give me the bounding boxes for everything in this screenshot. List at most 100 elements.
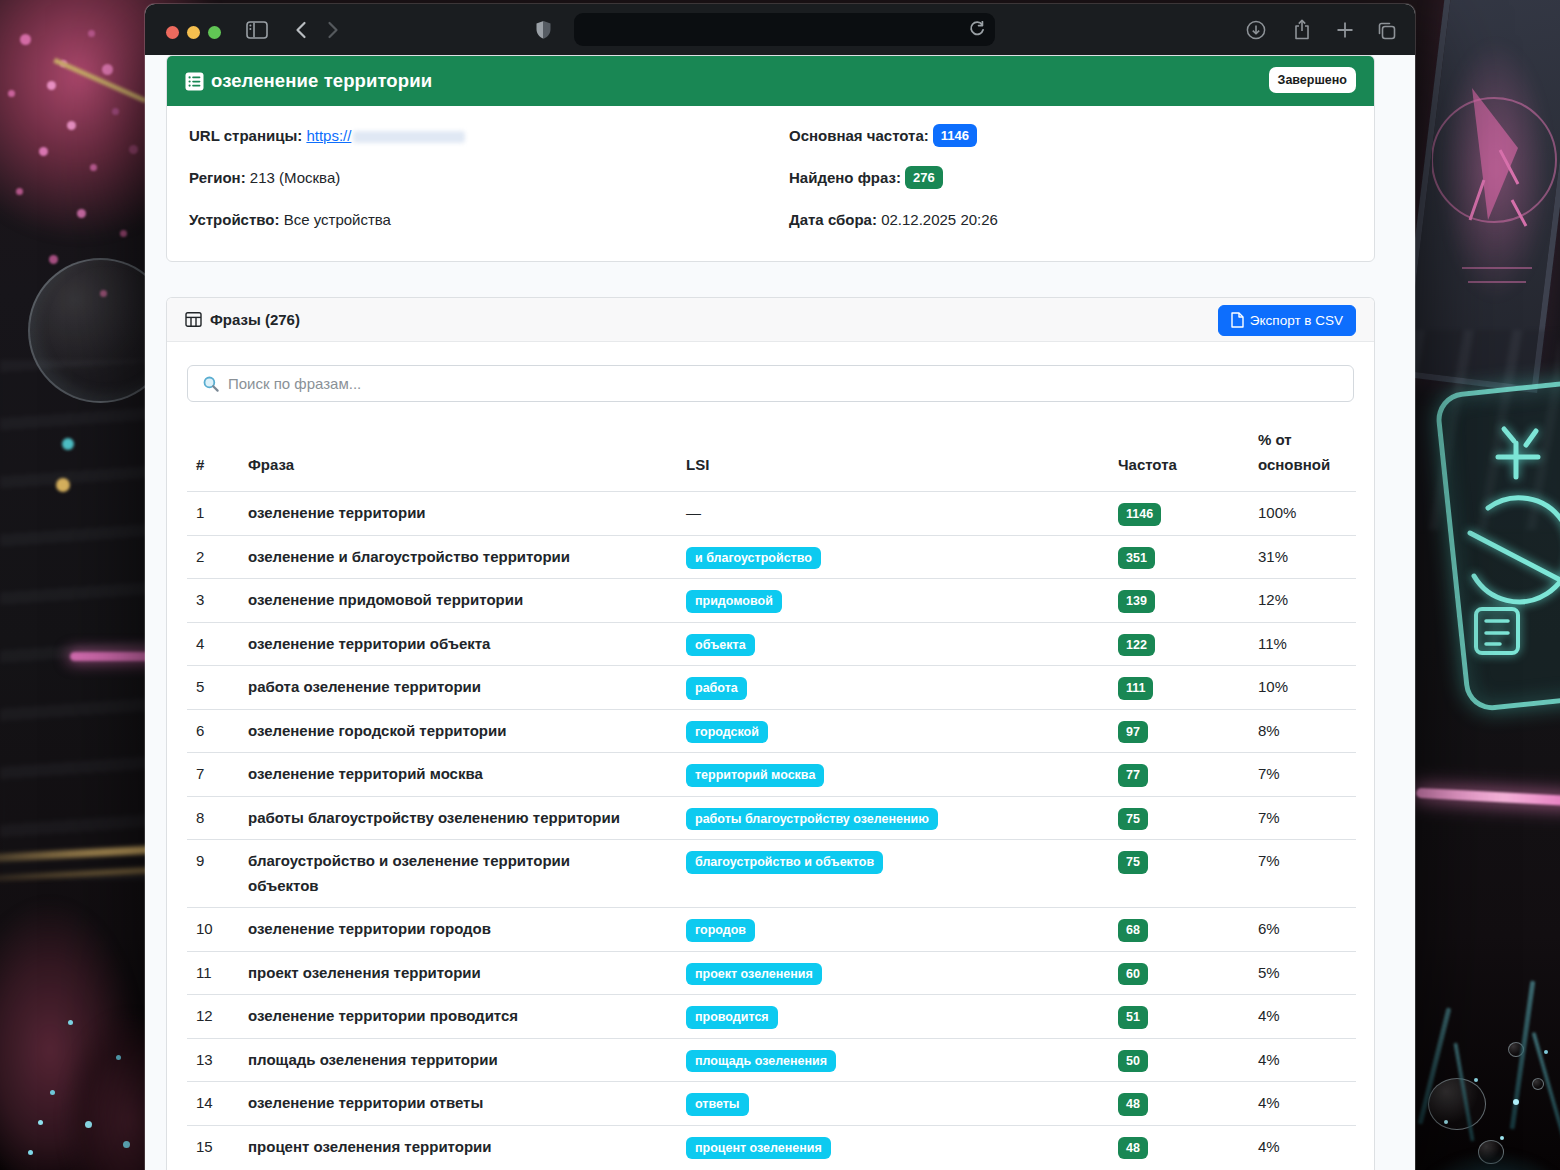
table-row: 6 озеленение городской территории городс… bbox=[187, 709, 1356, 753]
lsi-cell: проект озеленения bbox=[677, 951, 1109, 995]
row-number: 11 bbox=[187, 951, 239, 995]
reload-icon[interactable] bbox=[968, 21, 985, 38]
table-icon bbox=[185, 311, 202, 328]
frequency-cell: 122 bbox=[1109, 622, 1249, 666]
table-row: 2 озеленение и благоустройство территори… bbox=[187, 535, 1356, 579]
row-number: 8 bbox=[187, 796, 239, 840]
browser-titlebar bbox=[145, 4, 1415, 55]
lsi-badge: работа bbox=[686, 677, 747, 700]
phrase-cell: озеленение и благоустройство территории bbox=[239, 535, 677, 579]
phrases-table: # Фраза LSI Частота % от основной 1 озел… bbox=[187, 402, 1356, 1168]
teal-dot bbox=[62, 438, 74, 450]
frequency-cell: 60 bbox=[1109, 951, 1249, 995]
lsi-badge: объекта bbox=[686, 634, 755, 657]
row-number: 9 bbox=[187, 840, 239, 908]
coral-bottom-right bbox=[1408, 1150, 1560, 1170]
cyan-sparkles bbox=[1444, 1120, 1448, 1124]
search-icon bbox=[202, 375, 220, 393]
bubble bbox=[1428, 1078, 1486, 1130]
frequency-badge: 60 bbox=[1118, 963, 1148, 986]
frequency-cell: 48 bbox=[1109, 1082, 1249, 1126]
percent-cell: 11% bbox=[1249, 622, 1356, 666]
lsi-cell: проводится bbox=[677, 995, 1109, 1039]
lsi-cell: благоустройство и объектов bbox=[677, 840, 1109, 908]
file-icon bbox=[1231, 312, 1244, 328]
amber-dot bbox=[56, 478, 70, 492]
row-number: 13 bbox=[187, 1038, 239, 1082]
phrase-cell: благоустройство и озеленение территории … bbox=[239, 840, 677, 908]
minimize-button[interactable] bbox=[187, 26, 200, 39]
pink-sign-art bbox=[1432, 30, 1560, 330]
table-row: 7 озеленение территорий москва территори… bbox=[187, 753, 1356, 797]
coral-branch bbox=[1532, 1032, 1560, 1148]
pink-neon-beam-right bbox=[1416, 788, 1560, 806]
frequency-badge: 1146 bbox=[933, 124, 977, 147]
table-row: 8 работы благоустройству озеленению терр… bbox=[187, 796, 1356, 840]
lsi-cell: работа bbox=[677, 666, 1109, 710]
percent-cell: 100% bbox=[1249, 492, 1356, 536]
phrase-cell: работа озеленение территории bbox=[239, 666, 677, 710]
frequency-badge: 351 bbox=[1118, 547, 1155, 570]
frequency-badge: 75 bbox=[1118, 851, 1148, 874]
frequency-badge: 51 bbox=[1118, 1006, 1148, 1029]
export-csv-button[interactable]: Экспорт в CSV bbox=[1218, 305, 1356, 336]
row-number: 5 bbox=[187, 666, 239, 710]
lsi-badge: площадь озеленения bbox=[686, 1050, 836, 1073]
table-row: 4 озеленение территории объекта объекта … bbox=[187, 622, 1356, 666]
row-number: 3 bbox=[187, 579, 239, 623]
phrase-cell: процент озеленения территории bbox=[239, 1125, 677, 1168]
frequency-cell: 51 bbox=[1109, 995, 1249, 1039]
phrase-cell: озеленение территории ответы bbox=[239, 1082, 677, 1126]
lsi-badge: городской bbox=[686, 721, 768, 744]
lsi-badge: работы благоустройству озеленению bbox=[686, 808, 938, 831]
privacy-shield-icon[interactable] bbox=[533, 4, 553, 55]
phrase-cell: озеленение придомовой территории bbox=[239, 579, 677, 623]
lsi-badge: проводится bbox=[686, 1006, 778, 1029]
back-button[interactable] bbox=[294, 4, 308, 55]
frequency-cell: 50 bbox=[1109, 1038, 1249, 1082]
lsi-cell: объекта bbox=[677, 622, 1109, 666]
address-bar[interactable] bbox=[574, 13, 995, 46]
phrase-cell: площадь озеленения территории bbox=[239, 1038, 677, 1082]
row-number: 2 bbox=[187, 535, 239, 579]
info-device: Устройство: Все устройства bbox=[189, 207, 789, 233]
cyan-bokeh-cluster bbox=[28, 1150, 33, 1155]
card-list-icon bbox=[185, 72, 204, 91]
lsi-cell: площадь озеленения bbox=[677, 1038, 1109, 1082]
table-row: 10 озеленение территории городов городов… bbox=[187, 908, 1356, 952]
col-freq: Частота bbox=[1109, 402, 1249, 492]
table-row: 9 благоустройство и озеленение территори… bbox=[187, 840, 1356, 908]
url-link[interactable]: https:// bbox=[306, 127, 351, 144]
phrase-cell: проект озеленения территории bbox=[239, 951, 677, 995]
lsi-cell: — bbox=[677, 492, 1109, 536]
frequency-badge: 1146 bbox=[1118, 503, 1161, 526]
close-button[interactable] bbox=[166, 26, 179, 39]
info-frequency: Основная частота:1146 bbox=[789, 123, 1352, 149]
info-date: Дата сбора: 02.12.2025 20:26 bbox=[789, 207, 1352, 233]
table-row: 1 озеленение территории — 1146 100% bbox=[187, 492, 1356, 536]
tab-overview-icon[interactable] bbox=[1375, 4, 1397, 55]
fullscreen-button[interactable] bbox=[208, 26, 221, 39]
phrase-cell: озеленение территории объекта bbox=[239, 622, 677, 666]
lsi-badge: благоустройство и объектов bbox=[686, 851, 883, 874]
table-row: 5 работа озеленение территории работа 11… bbox=[187, 666, 1356, 710]
downloads-icon[interactable] bbox=[1246, 4, 1266, 55]
lsi-badge: ответы bbox=[686, 1093, 749, 1116]
percent-cell: 7% bbox=[1249, 753, 1356, 797]
redacted-url bbox=[353, 131, 465, 143]
percent-cell: 7% bbox=[1249, 796, 1356, 840]
share-icon[interactable] bbox=[1292, 4, 1312, 55]
phrase-cell: озеленение территорий москва bbox=[239, 753, 677, 797]
new-tab-icon[interactable] bbox=[1335, 4, 1355, 55]
page-title: озеленение территории bbox=[211, 70, 432, 92]
phrases-header: Фразы (276) Экспорт в CSV bbox=[167, 298, 1374, 342]
frequency-badge: 97 bbox=[1118, 721, 1148, 744]
frequency-badge: 111 bbox=[1118, 677, 1153, 700]
lsi-badge: городов bbox=[686, 919, 755, 942]
forward-button[interactable] bbox=[326, 4, 340, 55]
sidebar-icon[interactable] bbox=[246, 4, 268, 55]
search-input[interactable] bbox=[228, 366, 1345, 401]
row-number: 10 bbox=[187, 908, 239, 952]
col-num: # bbox=[187, 402, 239, 492]
phrases-card: Фразы (276) Экспорт в CSV bbox=[166, 297, 1375, 1170]
